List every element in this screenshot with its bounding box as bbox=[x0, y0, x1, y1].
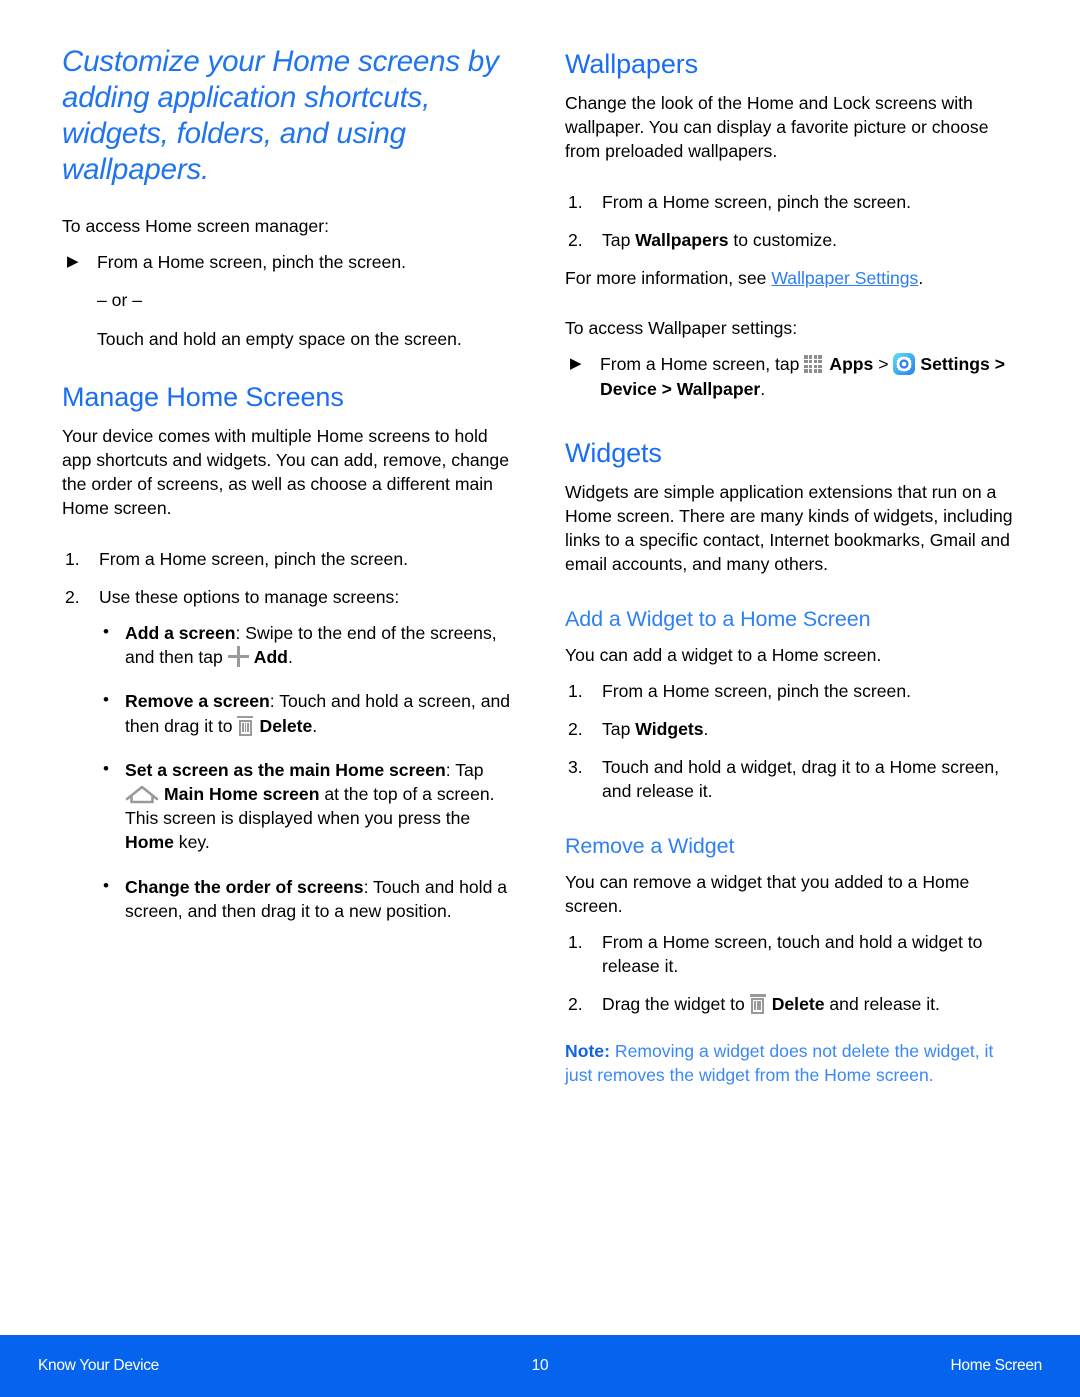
trash-icon bbox=[749, 994, 766, 1015]
option-remove-bold-after: Delete bbox=[259, 715, 313, 736]
option-main-text-tail: key. bbox=[173, 832, 210, 853]
add-widget-step-3: Touch and hold a widget, drag it to a Ho… bbox=[565, 755, 1018, 803]
option-main-bold-after: Main Home screen bbox=[164, 784, 320, 805]
remove-widget-intro: You can remove a widget that you added t… bbox=[565, 871, 970, 916]
option-add-a-screen: Add a screen: Swipe to the end of the sc… bbox=[97, 620, 515, 669]
option-set-main-home-screen: Set a screen as the main Home screen: Ta… bbox=[97, 757, 515, 855]
wallpapers-step-2: Tap Wallpapers to customize. bbox=[565, 228, 1018, 252]
footer-section-label: Know Your Device bbox=[38, 1357, 160, 1374]
two-column-layout: Customize your Home screens by adding ap… bbox=[62, 44, 1018, 1087]
settings-path-period: . bbox=[760, 378, 766, 399]
wallpaper-settings-step: ▶ From a Home screen, tap Apps > Setting… bbox=[565, 352, 1018, 400]
arrow-bullet-icon: ▶ bbox=[67, 253, 79, 271]
remove-widget-step-2-prefix: Drag the widget to bbox=[602, 994, 750, 1015]
add-widget-steps-list: From a Home screen, pinch the screen. Ta… bbox=[565, 679, 1018, 804]
note-text: Removing a widget does not delete the wi… bbox=[565, 1040, 994, 1085]
footer-chapter-label: Home Screen bbox=[950, 1357, 1043, 1374]
note-separator: : bbox=[604, 1040, 615, 1061]
remove-widget-step-2: Drag the widget to Delete and release it… bbox=[565, 992, 1018, 1016]
plus-icon bbox=[227, 646, 249, 668]
home-icon bbox=[125, 784, 159, 804]
option-add-bold-after: Add bbox=[253, 647, 288, 668]
wallpaper-settings-link[interactable]: Wallpaper Settings bbox=[771, 268, 918, 288]
option-remove-label: Remove a screen bbox=[125, 691, 270, 712]
left-column: Customize your Home screens by adding ap… bbox=[62, 44, 515, 1087]
manage-step-2: Use these options to manage screens: bbox=[62, 585, 515, 609]
manage-steps-list: From a Home screen, pinch the screen. Us… bbox=[62, 547, 515, 610]
wallpapers-step-2-prefix: Tap bbox=[602, 229, 636, 250]
wallpapers-paragraph: Change the look of the Home and Lock scr… bbox=[565, 93, 989, 162]
option-add-label: Add a screen bbox=[125, 623, 236, 644]
wallpapers-step-2-suffix: to customize. bbox=[728, 229, 838, 250]
wallpapers-step-1-text: From a Home screen, pinch the screen. bbox=[602, 191, 911, 212]
manage-home-screens-heading: Manage Home Screens bbox=[62, 381, 344, 412]
add-widget-step-1-text: From a Home screen, pinch the screen. bbox=[602, 680, 911, 701]
remove-widget-step-2-suffix: and release it. bbox=[824, 994, 940, 1015]
add-widget-step-2-prefix: Tap bbox=[602, 719, 636, 740]
note-callout: Note: Removing a widget does not delete … bbox=[565, 1039, 1018, 1087]
widgets-heading: Widgets bbox=[565, 437, 662, 468]
manage-options-list: Add a screen: Swipe to the end of the sc… bbox=[62, 620, 515, 923]
note-label: Note bbox=[565, 1040, 605, 1061]
add-widget-step-3-text: Touch and hold a widget, drag it to a Ho… bbox=[602, 757, 1000, 802]
page-footer: Know Your Device 10 Home Screen bbox=[0, 1335, 1080, 1397]
arrow-bullet-icon: ▶ bbox=[570, 355, 582, 373]
add-widget-heading: Add a Widget to a Home Screen bbox=[565, 606, 871, 631]
add-widget-intro: You can add a widget to a Home screen. bbox=[565, 644, 882, 665]
option-add-text-after: . bbox=[287, 647, 293, 668]
option-remove-text-after: . bbox=[312, 715, 318, 736]
wallpapers-step-1: From a Home screen, pinch the screen. bbox=[565, 190, 1018, 214]
trash-icon bbox=[237, 715, 254, 736]
more-information-line: For more information, see Wallpaper Sett… bbox=[565, 266, 1018, 290]
wallpapers-heading: Wallpapers bbox=[565, 49, 699, 79]
settings-gear-icon bbox=[893, 353, 916, 376]
remove-widget-step-2-bold: Delete bbox=[771, 994, 825, 1015]
remove-widget-steps-list: From a Home screen, touch and hold a wid… bbox=[565, 930, 1018, 1017]
wallpapers-steps-list: From a Home screen, pinch the screen. Ta… bbox=[565, 190, 1018, 253]
add-widget-step-1: From a Home screen, pinch the screen. bbox=[565, 679, 1018, 703]
home-manager-lead: To access Home screen manager: bbox=[62, 216, 329, 236]
home-manager-alt-step: Touch and hold an empty space on the scr… bbox=[97, 328, 462, 349]
option-remove-a-screen: Remove a screen: Touch and hold a screen… bbox=[97, 688, 515, 737]
option-order-label: Change the order of screens bbox=[125, 876, 364, 897]
option-main-bold-tail: Home bbox=[125, 832, 174, 853]
option-main-text-before: : Tap bbox=[445, 759, 484, 780]
manage-step-2-text: Use these options to manage screens: bbox=[99, 586, 400, 607]
remove-widget-heading: Remove a Widget bbox=[565, 833, 735, 858]
page-title: Customize your Home screens by adding ap… bbox=[62, 45, 499, 186]
widgets-paragraph: Widgets are simple application extension… bbox=[565, 481, 1013, 575]
option-change-order: Change the order of screens: Touch and h… bbox=[97, 874, 515, 923]
add-widget-step-2: Tap Widgets. bbox=[565, 717, 1018, 741]
more-info-prefix: For more information, see bbox=[565, 268, 772, 289]
wallpaper-settings-lead: To access Wallpaper settings: bbox=[565, 318, 798, 339]
settings-path-separator: > bbox=[873, 354, 894, 375]
remove-widget-step-1: From a Home screen, touch and hold a wid… bbox=[565, 930, 1018, 978]
or-separator: – or – bbox=[97, 290, 142, 311]
wallpaper-settings-step-prefix: From a Home screen, tap bbox=[600, 354, 805, 375]
right-column: Wallpapers Change the look of the Home a… bbox=[565, 44, 1018, 1087]
manual-page: Customize your Home screens by adding ap… bbox=[0, 0, 1080, 1397]
manage-step-1-text: From a Home screen, pinch the screen. bbox=[99, 548, 408, 569]
footer-page-number: 10 bbox=[531, 1357, 549, 1374]
settings-label: Settings bbox=[920, 354, 990, 375]
wallpapers-step-2-bold: Wallpapers bbox=[635, 229, 729, 250]
home-manager-step-text: From a Home screen, pinch the screen. bbox=[97, 252, 406, 273]
add-widget-step-2-suffix: . bbox=[703, 719, 709, 740]
apps-label: Apps bbox=[829, 354, 874, 375]
apps-grid-icon bbox=[804, 355, 824, 373]
add-widget-step-2-bold: Widgets bbox=[635, 719, 704, 740]
manage-home-screens-paragraph: Your device comes with multiple Home scr… bbox=[62, 425, 509, 519]
manage-step-1: From a Home screen, pinch the screen. bbox=[62, 547, 515, 571]
home-manager-step: ▶ From a Home screen, pinch the screen. bbox=[62, 250, 515, 274]
option-main-label: Set a screen as the main Home screen bbox=[125, 759, 446, 780]
more-info-suffix: . bbox=[918, 268, 924, 289]
remove-widget-step-1-text: From a Home screen, touch and hold a wid… bbox=[602, 932, 983, 977]
